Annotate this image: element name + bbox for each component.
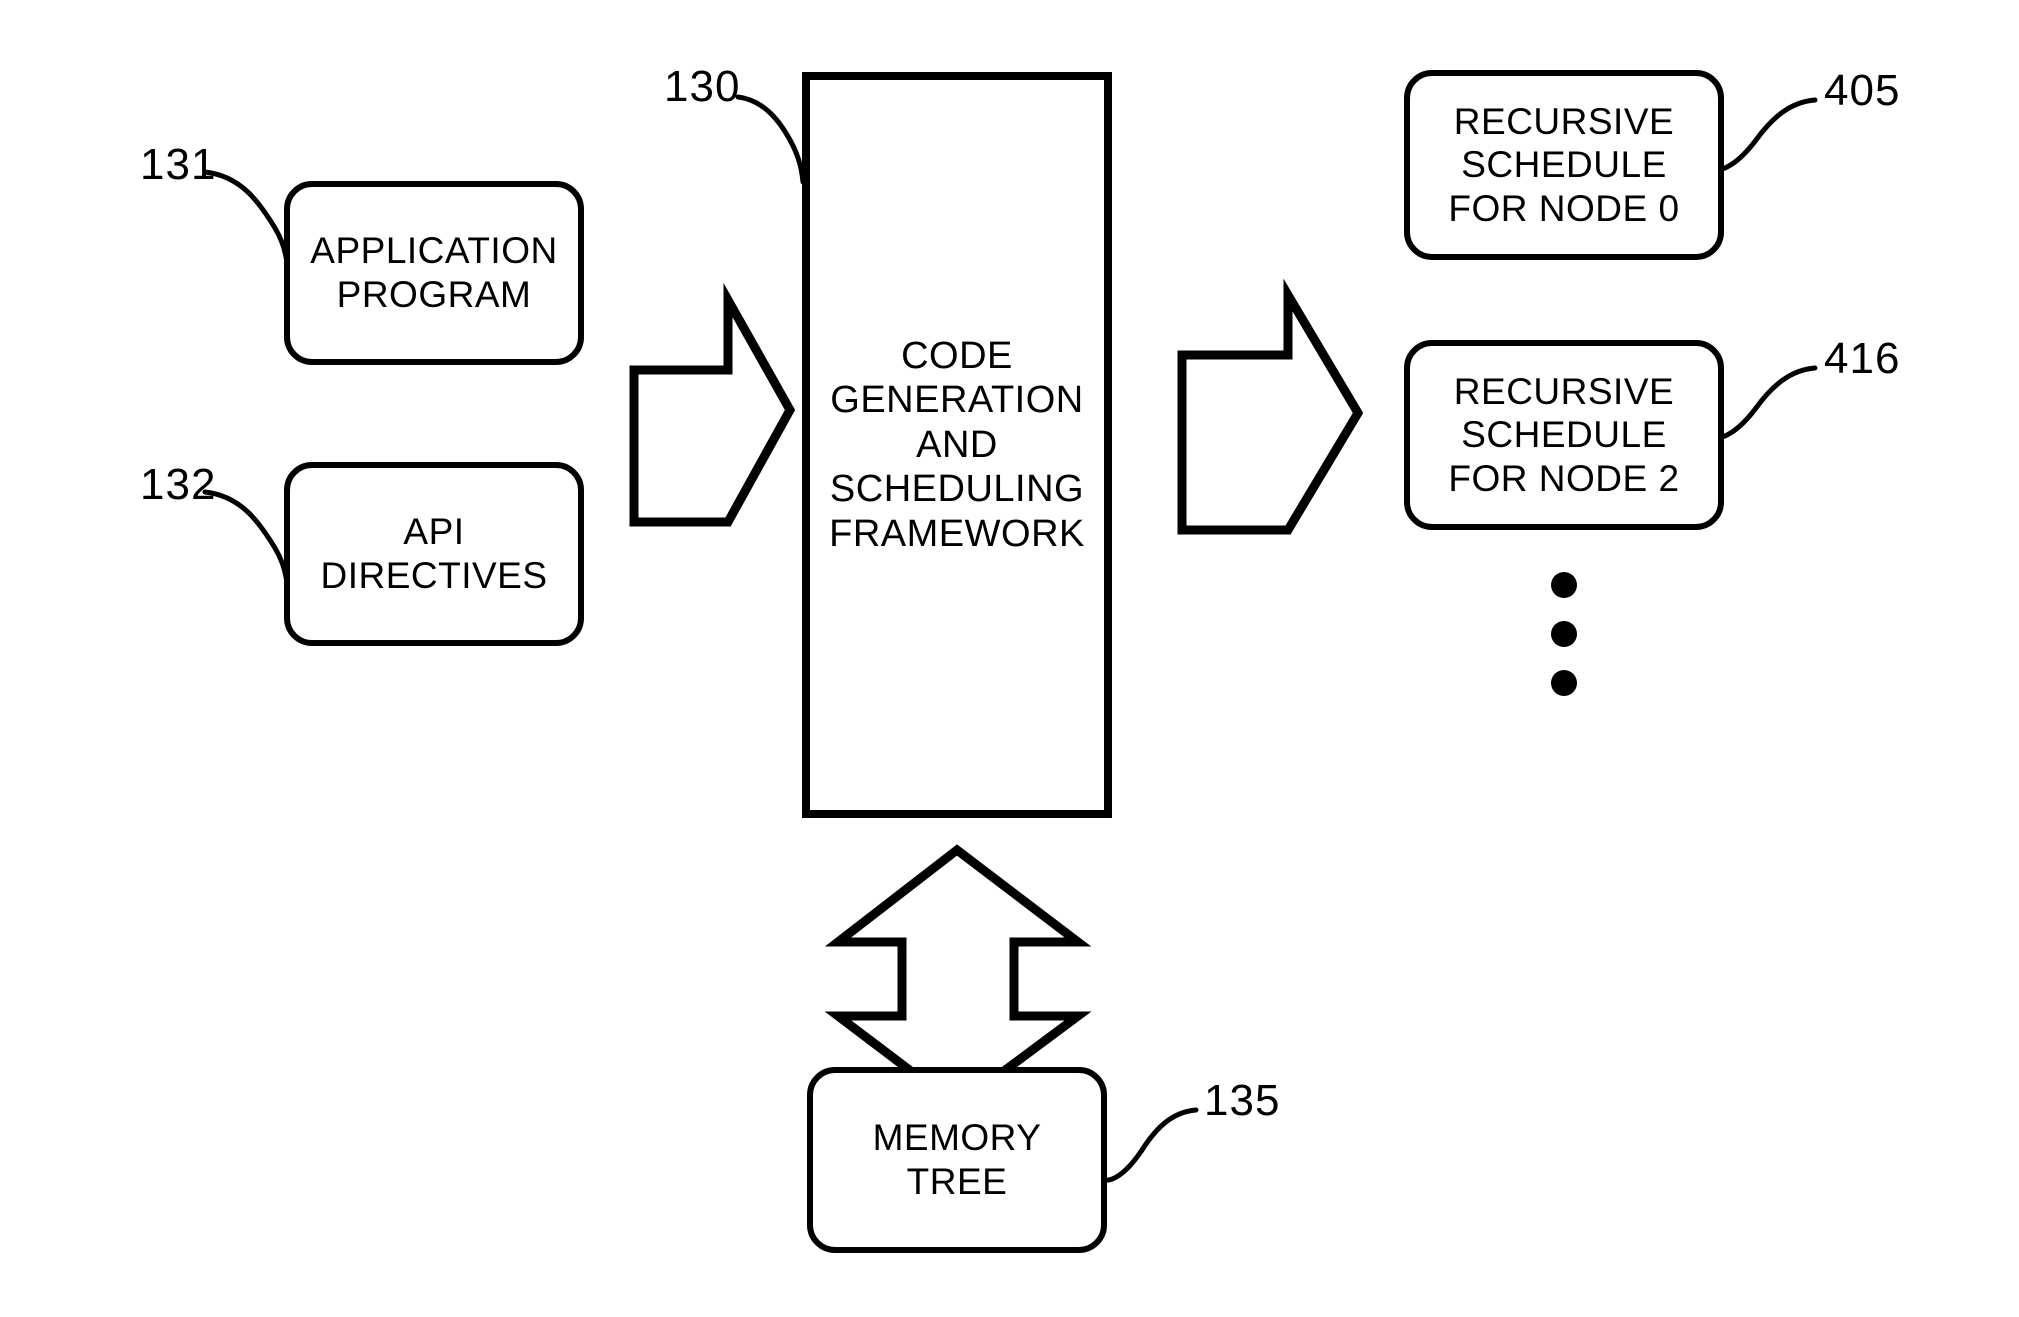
recursive-schedule-node-0-line-1: RECURSIVE [1453, 100, 1675, 142]
framework-line-5: FRAMEWORK [829, 512, 1085, 555]
recursive-schedule-node-2-line-1: RECURSIVE [1453, 370, 1675, 412]
recursive-schedule-node-2-line-3: FOR NODE 2 [1448, 457, 1680, 499]
ellipsis-dot-2 [1551, 621, 1577, 647]
memory-tree-box[interactable]: MEMORY TREE [807, 1067, 1107, 1253]
framework-line-2: GENERATION [830, 379, 1084, 422]
leader-line-131 [202, 169, 290, 288]
ref-numeral-131: 131 [140, 140, 217, 189]
recursive-schedule-node-2-line-2: SCHEDULE [1461, 414, 1667, 456]
framework-line-3: AND [916, 423, 998, 466]
ellipsis-dot-1 [1551, 572, 1577, 598]
api-directives-box[interactable]: API DIRECTIVES [284, 462, 584, 646]
recursive-schedule-node-2-box[interactable]: RECURSIVE SCHEDULE FOR NODE 2 [1404, 340, 1724, 530]
leader-line-132 [202, 489, 290, 607]
ref-numeral-416: 416 [1824, 334, 1901, 383]
patent-figure: 131 132 130 405 416 135 APPLICATION PROG… [0, 0, 2019, 1317]
leader-line-130 [735, 94, 806, 185]
ref-numeral-130: 130 [664, 62, 741, 111]
application-program-line-1: APPLICATION [310, 230, 558, 272]
leader-line-405 [1709, 97, 1818, 173]
leader-line-416 [1709, 365, 1818, 441]
application-program-line-2: PROGRAM [336, 274, 532, 315]
ref-numeral-135: 135 [1204, 1076, 1281, 1125]
framework-line-1: CODE [901, 334, 1013, 377]
application-program-box[interactable]: APPLICATION PROGRAM [284, 181, 584, 365]
arrow-inputs-to-framework [629, 282, 796, 527]
recursive-schedule-node-0-line-2: SCHEDULE [1461, 144, 1667, 186]
ref-numeral-132: 132 [140, 460, 217, 509]
recursive-schedule-node-0-line-3: FOR NODE 0 [1448, 187, 1680, 229]
api-directives-line-2: DIRECTIVES [320, 555, 548, 596]
memory-tree-line-2: TREE [906, 1161, 1008, 1202]
framework-line-4: SCHEDULING [829, 468, 1085, 511]
ref-numeral-405: 405 [1824, 66, 1901, 115]
recursive-schedule-node-0-box[interactable]: RECURSIVE SCHEDULE FOR NODE 0 [1404, 70, 1724, 260]
ellipsis-dot-3 [1551, 670, 1577, 696]
code-generation-and-scheduling-framework-box[interactable]: CODE GENERATION AND SCHEDULING FRAMEWORK [802, 72, 1112, 818]
leader-line-135 [1100, 1107, 1199, 1183]
memory-tree-line-1: MEMORY [872, 1117, 1042, 1159]
api-directives-line-1: API [403, 511, 465, 553]
arrow-framework-to-outputs [1177, 278, 1364, 535]
